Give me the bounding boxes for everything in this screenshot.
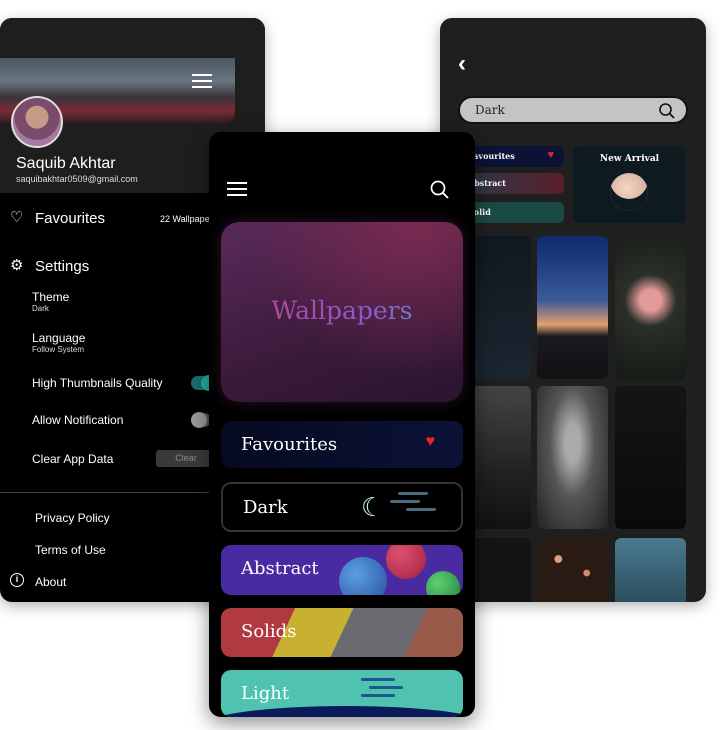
high-thumbnails-label: High Thumbnails Quality	[32, 376, 163, 390]
category-abstract[interactable]: Abstract	[460, 173, 564, 194]
category-favourites[interactable]: Favourites ♥	[221, 421, 463, 468]
wallpaper-thumbnail[interactable]	[537, 236, 608, 379]
moon-icon: ☾	[361, 492, 385, 522]
favourites-label: Favourites	[35, 210, 106, 227]
search-icon[interactable]	[430, 180, 450, 200]
category-label: Solids	[241, 621, 297, 642]
menu-icon[interactable]	[192, 70, 212, 92]
category-favourites[interactable]: Favourites ♥	[460, 146, 564, 167]
clouds-decoration	[361, 678, 395, 681]
sphere-decoration	[386, 545, 426, 579]
menu-icon[interactable]	[227, 178, 247, 200]
wallpaper-thumbnail[interactable]	[537, 538, 608, 602]
user-email: saquibakhtar0509@gmail.com	[16, 174, 138, 184]
new-arrival-card[interactable]: New Arrival	[573, 146, 686, 223]
avatar[interactable]	[11, 96, 63, 148]
theme-label: Theme	[32, 290, 70, 304]
clear-data-label: Clear App Data	[32, 452, 114, 466]
search-screen: ‹ Dark Favourites ♥ Abstract Solid New Ar…	[440, 18, 706, 602]
wallpaper-thumbnail[interactable]	[615, 386, 686, 529]
clear-button[interactable]: Clear	[156, 450, 216, 467]
wallpaper-thumbnail[interactable]	[615, 538, 686, 602]
allow-notification-toggle[interactable]	[191, 412, 211, 428]
category-label: Light	[241, 683, 290, 704]
new-arrival-label: New Arrival	[599, 154, 660, 164]
info-icon: i	[10, 573, 24, 587]
heart-icon: ♡	[10, 209, 24, 226]
search-input[interactable]: Dark	[458, 96, 688, 124]
moon-image	[610, 173, 648, 211]
category-dark[interactable]: Dark ☾	[221, 482, 463, 532]
language-value: Follow System	[32, 345, 85, 354]
gear-icon: ⚙	[10, 257, 24, 274]
hero-title: Wallpapers	[221, 296, 463, 325]
heart-icon: ♥	[425, 433, 436, 450]
search-query: Dark	[475, 103, 505, 117]
wave-decoration	[221, 706, 463, 717]
sphere-decoration	[339, 557, 387, 595]
allow-notification-label: Allow Notification	[32, 413, 124, 427]
category-label: Favourites	[468, 151, 515, 161]
user-name: Saquib Akhtar	[16, 155, 116, 172]
settings-heading: Settings	[35, 258, 90, 275]
theme-value: Dark	[32, 304, 49, 313]
high-thumbnails-toggle[interactable]	[191, 375, 217, 391]
heart-icon: ♥	[547, 149, 554, 161]
category-solid[interactable]: Solid	[460, 202, 564, 223]
language-label: Language	[32, 331, 86, 345]
category-label: Favourites	[241, 434, 338, 455]
category-label: Abstract	[241, 558, 319, 579]
home-screen: Wallpapers Favourites ♥ Dark ☾ Abstract …	[209, 132, 475, 717]
category-light[interactable]: Light	[221, 670, 463, 717]
category-label: Dark	[243, 497, 288, 518]
sphere-decoration	[426, 571, 460, 595]
wallpapers-hero-card[interactable]: Wallpapers	[221, 222, 463, 402]
search-icon[interactable]	[658, 102, 676, 120]
language-setting[interactable]: Language Follow System	[32, 331, 85, 354]
back-arrow-icon[interactable]: ‹	[458, 50, 466, 78]
theme-setting[interactable]: Theme Dark	[32, 290, 69, 313]
wallpaper-thumbnail[interactable]	[615, 236, 686, 379]
clouds-decoration	[398, 492, 428, 495]
category-solids[interactable]: Solids	[221, 608, 463, 657]
terms-of-use-link[interactable]: Terms of Use	[35, 543, 106, 557]
category-abstract[interactable]: Abstract	[221, 545, 463, 595]
privacy-policy-link[interactable]: Privacy Policy	[35, 511, 110, 525]
about-link[interactable]: About	[35, 575, 66, 589]
wallpaper-thumbnail[interactable]	[537, 386, 608, 529]
